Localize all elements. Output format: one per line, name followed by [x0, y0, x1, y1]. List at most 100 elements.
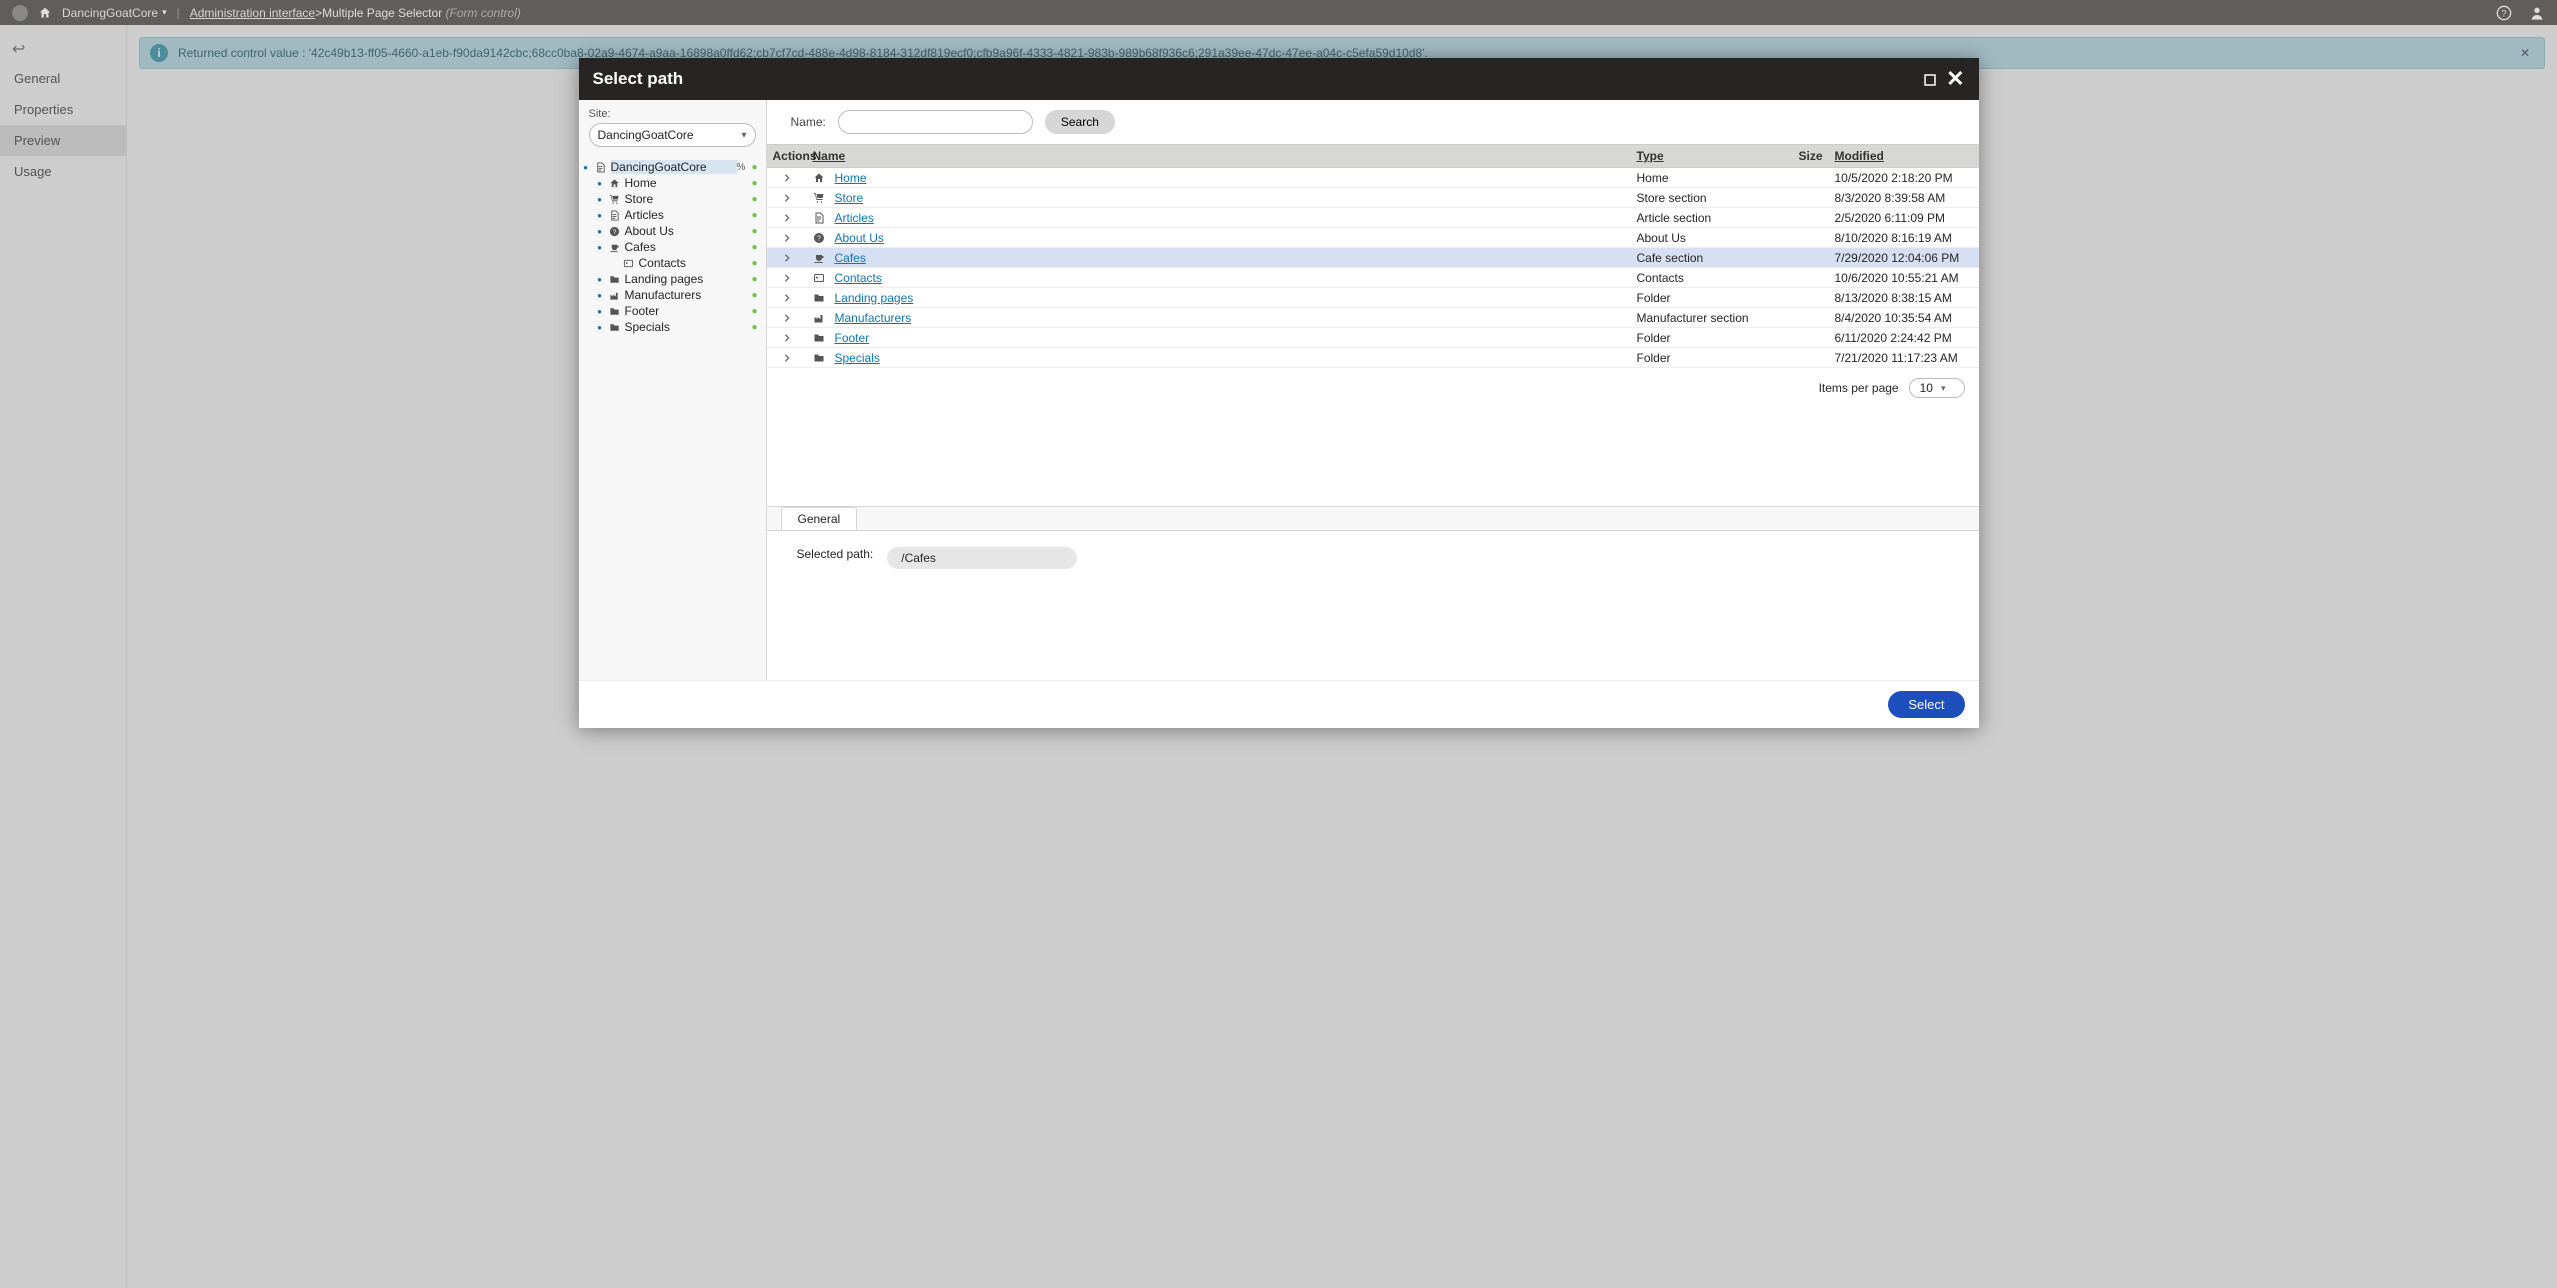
row-name-link[interactable]: Home — [835, 171, 867, 185]
row-expand-icon[interactable] — [767, 349, 807, 367]
row-name-link[interactable]: Articles — [835, 211, 874, 225]
collapse-icon[interactable]: ● — [581, 163, 591, 172]
row-name-link[interactable]: Manufacturers — [835, 311, 912, 325]
table-row[interactable]: ? About Us About Us 8/10/2020 8:16:19 AM — [767, 228, 1979, 248]
tree-node[interactable]: ● Landing pages ● — [581, 271, 762, 287]
tree-node[interactable]: ● Footer ● — [581, 303, 762, 319]
table-row[interactable]: Landing pages Folder 8/13/2020 8:38:15 A… — [767, 288, 1979, 308]
row-name-cell: Articles — [807, 209, 1631, 227]
modal-close-icon[interactable]: ✕ — [1946, 66, 1964, 92]
status-icon: ● — [751, 258, 761, 269]
cart-icon — [813, 191, 827, 205]
row-expand-icon[interactable] — [767, 309, 807, 327]
expand-icon[interactable]: ● — [595, 179, 605, 188]
breadcrumb-page: Multiple Page Selector — [322, 6, 442, 20]
row-expand-icon[interactable] — [767, 329, 807, 347]
expand-icon[interactable]: ● — [595, 323, 605, 332]
tree-node-label: Contacts — [639, 256, 752, 270]
home-icon[interactable] — [38, 5, 52, 20]
expand-icon[interactable]: ● — [595, 211, 605, 220]
row-name-link[interactable]: Store — [835, 191, 864, 205]
row-name-link[interactable]: Specials — [835, 351, 880, 365]
breadcrumb-sep: > — [315, 6, 322, 20]
select-button[interactable]: Select — [1888, 691, 1964, 718]
tree-node[interactable]: ● Articles ● — [581, 207, 762, 223]
row-name-link[interactable]: About Us — [835, 231, 884, 245]
table-row[interactable]: Cafes Cafe section 7/29/2020 12:04:06 PM — [767, 248, 1979, 268]
tree-node[interactable]: Contacts ● — [581, 255, 762, 271]
row-name-link[interactable]: Landing pages — [835, 291, 914, 305]
site-select[interactable]: DancingGoatCore ▾ — [589, 123, 756, 147]
tree-node[interactable]: ● Cafes ● — [581, 239, 762, 255]
pager-label: Items per page — [1819, 381, 1899, 395]
tree-node-label: Landing pages — [625, 272, 752, 286]
row-size-cell — [1781, 236, 1829, 240]
site-name[interactable]: DancingGoatCore — [62, 6, 158, 20]
expand-icon[interactable]: ● — [595, 275, 605, 284]
home-icon — [608, 177, 622, 189]
search-label: Name: — [791, 115, 826, 129]
expand-icon[interactable]: ● — [595, 195, 605, 204]
tree: ● DancingGoatCore % ●● Home ●● Store ●● … — [579, 155, 766, 339]
row-expand-icon[interactable] — [767, 169, 807, 187]
factory-icon — [608, 289, 622, 301]
tree-root-node[interactable]: ● DancingGoatCore % ● — [581, 159, 762, 175]
items-per-page-select[interactable]: 10 ▾ — [1909, 378, 1965, 398]
tree-node[interactable]: ● ? About Us ● — [581, 223, 762, 239]
table-row[interactable]: Footer Folder 6/11/2020 2:24:42 PM — [767, 328, 1979, 348]
row-modified-cell: 8/4/2020 10:35:54 AM — [1829, 309, 1979, 327]
selected-path-value: /Cafes — [887, 547, 1077, 569]
row-expand-icon[interactable] — [767, 289, 807, 307]
row-name-link[interactable]: Contacts — [835, 271, 882, 285]
row-name-cell: Landing pages — [807, 289, 1631, 307]
status-icon: ● — [751, 322, 761, 333]
app-logo-icon[interactable] — [12, 5, 28, 21]
tree-node[interactable]: ● Home ● — [581, 175, 762, 191]
search-input[interactable] — [838, 110, 1033, 134]
row-name-link[interactable]: Footer — [835, 331, 870, 345]
expand-icon[interactable]: ● — [595, 227, 605, 236]
row-type-cell: Folder — [1631, 329, 1781, 347]
row-size-cell — [1781, 276, 1829, 280]
table-row[interactable]: Manufacturers Manufacturer section 8/4/2… — [767, 308, 1979, 328]
row-size-cell — [1781, 176, 1829, 180]
table-row[interactable]: Specials Folder 7/21/2020 11:17:23 AM — [767, 348, 1979, 368]
row-modified-cell: 7/29/2020 12:04:06 PM — [1829, 249, 1979, 267]
table-row[interactable]: Store Store section 8/3/2020 8:39:58 AM — [767, 188, 1979, 208]
row-modified-cell: 8/3/2020 8:39:58 AM — [1829, 189, 1979, 207]
col-modified[interactable]: Modified — [1829, 145, 1979, 167]
grid-panel: Name: Search Actions Name Type Size Modi… — [767, 100, 1979, 680]
col-type[interactable]: Type — [1631, 145, 1781, 167]
maximize-icon[interactable] — [1924, 71, 1936, 87]
row-expand-icon[interactable] — [767, 189, 807, 207]
row-expand-icon[interactable] — [767, 229, 807, 247]
table-row[interactable]: Home Home 10/5/2020 2:18:20 PM — [767, 168, 1979, 188]
expand-icon[interactable]: ● — [595, 307, 605, 316]
cart-icon — [608, 193, 622, 205]
row-expand-icon[interactable] — [767, 209, 807, 227]
user-icon[interactable] — [2529, 5, 2545, 19]
detail-tabs: General — [767, 507, 1979, 530]
tree-node[interactable]: ● Specials ● — [581, 319, 762, 335]
tree-node[interactable]: ● Store ● — [581, 191, 762, 207]
tab-general[interactable]: General — [781, 507, 858, 530]
row-name-link[interactable]: Cafes — [835, 251, 866, 265]
table-row[interactable]: Contacts Contacts 10/6/2020 10:55:21 AM — [767, 268, 1979, 288]
expand-icon[interactable]: ● — [595, 291, 605, 300]
cup-icon — [813, 251, 827, 265]
row-expand-icon[interactable] — [767, 249, 807, 267]
row-size-cell — [1781, 316, 1829, 320]
site-chevron-icon[interactable]: ▾ — [162, 7, 167, 18]
tree-node-label: Cafes — [625, 240, 752, 254]
table-row[interactable]: Articles Article section 2/5/2020 6:11:0… — [767, 208, 1979, 228]
tree-node[interactable]: ● Manufacturers ● — [581, 287, 762, 303]
row-expand-icon[interactable] — [767, 269, 807, 287]
col-name[interactable]: Name — [807, 145, 1631, 167]
expand-icon[interactable]: ● — [595, 243, 605, 252]
help-icon[interactable]: ? — [2496, 5, 2515, 19]
breadcrumb-admin[interactable]: Administration interface — [190, 6, 315, 20]
grid-header: Actions Name Type Size Modified — [767, 144, 1979, 168]
search-button[interactable]: Search — [1045, 110, 1115, 134]
doc-icon — [813, 211, 827, 225]
svg-text:?: ? — [2501, 8, 2506, 18]
